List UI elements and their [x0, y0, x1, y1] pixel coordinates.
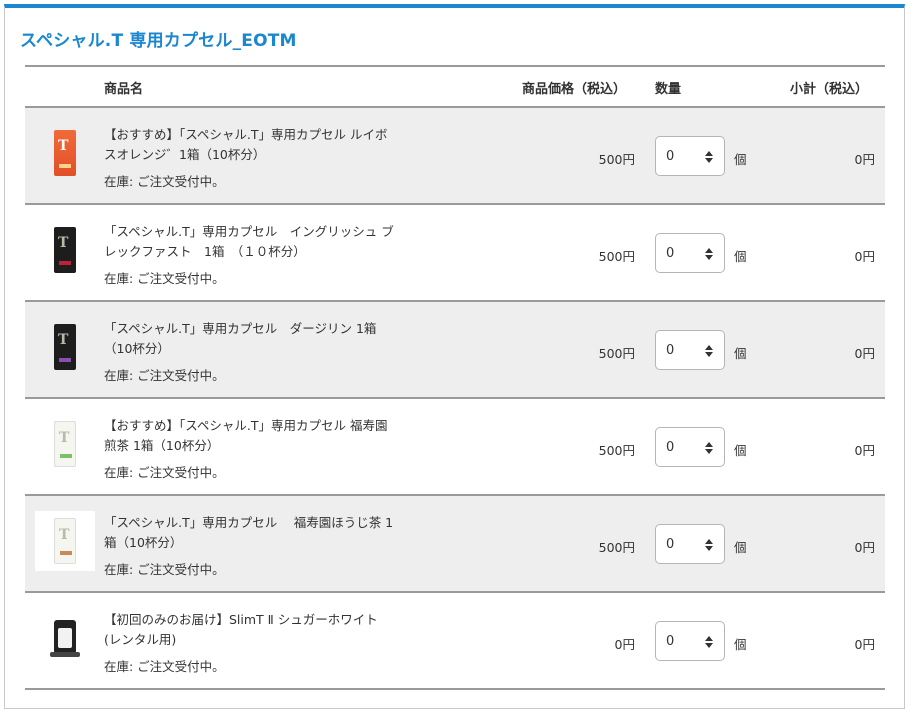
unit-label: 個 [734, 249, 747, 264]
row-subtotal: 0円 [854, 637, 875, 652]
stock-status: 在庫: ご注文受付中。 [104, 368, 225, 383]
product-name[interactable]: 「スペシャル.T」専用カプセル イングリッシュ ブレックファスト 1箱 （１０杯… [104, 222, 394, 262]
header-price: 商品価格（税込） [522, 82, 627, 97]
spinner-arrows-icon [705, 151, 713, 163]
product-name[interactable]: 【おすすめ】「スペシャル.T」専用カプセル ルイボスオレンジ゛1箱（10杯分） [104, 125, 394, 165]
stock-status: 在庫: ご注文受付中。 [104, 562, 225, 577]
spinner-arrows-icon [705, 636, 713, 648]
spinner-arrows-icon [705, 248, 713, 260]
quantity-select[interactable]: 0 [655, 330, 725, 370]
quantity-select[interactable]: 0 [655, 233, 725, 273]
product-price: 500円 [598, 346, 635, 361]
quantity-value: 0 [666, 343, 675, 358]
product-price: 500円 [598, 540, 635, 555]
black-tea-capsule-box-icon[interactable]: T [35, 220, 95, 280]
stock-status: 在庫: ご注文受付中。 [104, 465, 225, 480]
quantity-select[interactable]: 0 [655, 524, 725, 564]
table-header: 商品名 商品価格（税込） 数量 小計（税込） [25, 65, 885, 108]
unit-label: 個 [734, 152, 747, 167]
row-subtotal: 0円 [854, 443, 875, 458]
page-title: スペシャル.T 専用カプセル_EOTM [20, 31, 297, 51]
tea-machine-icon[interactable] [35, 608, 95, 668]
black-tea-capsule-box-icon[interactable]: T [35, 317, 95, 377]
orange-tea-capsule-box-icon[interactable]: T [35, 123, 95, 183]
quantity-value: 0 [666, 246, 675, 261]
unit-label: 個 [734, 540, 747, 555]
product-panel: スペシャル.T 専用カプセル_EOTM 商品名 商品価格（税込） 数量 小計（税… [4, 4, 905, 709]
product-name[interactable]: 「スペシャル.T」専用カプセル ダージリン 1箱（10杯分） [104, 319, 394, 359]
unit-label: 個 [734, 637, 747, 652]
quantity-select[interactable]: 0 [655, 621, 725, 661]
product-name[interactable]: 【おすすめ】「スペシャル.T」専用カプセル 福寿園煎茶 1箱（10杯分） [104, 416, 394, 456]
white-tea-capsule-box-icon[interactable]: T [35, 511, 95, 571]
quantity-value: 0 [666, 149, 675, 164]
product-price: 500円 [598, 249, 635, 264]
stock-status: 在庫: ご注文受付中。 [104, 659, 225, 674]
product-name[interactable]: 「スペシャル.T」専用カプセル 福寿園ほうじ茶 1箱（10杯分） [104, 513, 394, 553]
row-subtotal: 0円 [854, 346, 875, 361]
quantity-select[interactable]: 0 [655, 136, 725, 176]
header-quantity: 数量 [655, 82, 682, 97]
product-table: 商品名 商品価格（税込） 数量 小計（税込） T 【おすすめ】「スペシャル.T」… [25, 65, 885, 690]
spinner-arrows-icon [705, 539, 713, 551]
product-name[interactable]: 【初回のみのお届け】SlimT Ⅱ シュガーホワイト(レンタル用) [104, 610, 394, 650]
header-product-name: 商品名 [104, 82, 144, 97]
stock-status: 在庫: ご注文受付中。 [104, 174, 225, 189]
unit-label: 個 [734, 443, 747, 458]
table-row: T 「スペシャル.T」専用カプセル ダージリン 1箱（10杯分） 在庫: ご注文… [25, 302, 885, 399]
white-tea-capsule-box-icon[interactable]: T [35, 414, 95, 474]
table-row: T 「スペシャル.T」専用カプセル 福寿園ほうじ茶 1箱（10杯分） 在庫: ご… [25, 496, 885, 593]
quantity-value: 0 [666, 634, 675, 649]
row-subtotal: 0円 [854, 152, 875, 167]
product-price: 0円 [614, 637, 635, 652]
unit-label: 個 [734, 346, 747, 361]
row-subtotal: 0円 [854, 540, 875, 555]
quantity-value: 0 [666, 440, 675, 455]
product-price: 500円 [598, 443, 635, 458]
spinner-arrows-icon [705, 345, 713, 357]
table-row: 【初回のみのお届け】SlimT Ⅱ シュガーホワイト(レンタル用) 在庫: ご注… [25, 593, 885, 690]
spinner-arrows-icon [705, 442, 713, 454]
header-subtotal: 小計（税込） [790, 82, 869, 97]
product-price: 500円 [598, 152, 635, 167]
quantity-select[interactable]: 0 [655, 427, 725, 467]
quantity-value: 0 [666, 537, 675, 552]
stock-status: 在庫: ご注文受付中。 [104, 271, 225, 286]
table-row: T 【おすすめ】「スペシャル.T」専用カプセル 福寿園煎茶 1箱（10杯分） 在… [25, 399, 885, 496]
table-row: T 【おすすめ】「スペシャル.T」専用カプセル ルイボスオレンジ゛1箱（10杯分… [25, 108, 885, 205]
table-row: T 「スペシャル.T」専用カプセル イングリッシュ ブレックファスト 1箱 （１… [25, 205, 885, 302]
row-subtotal: 0円 [854, 249, 875, 264]
